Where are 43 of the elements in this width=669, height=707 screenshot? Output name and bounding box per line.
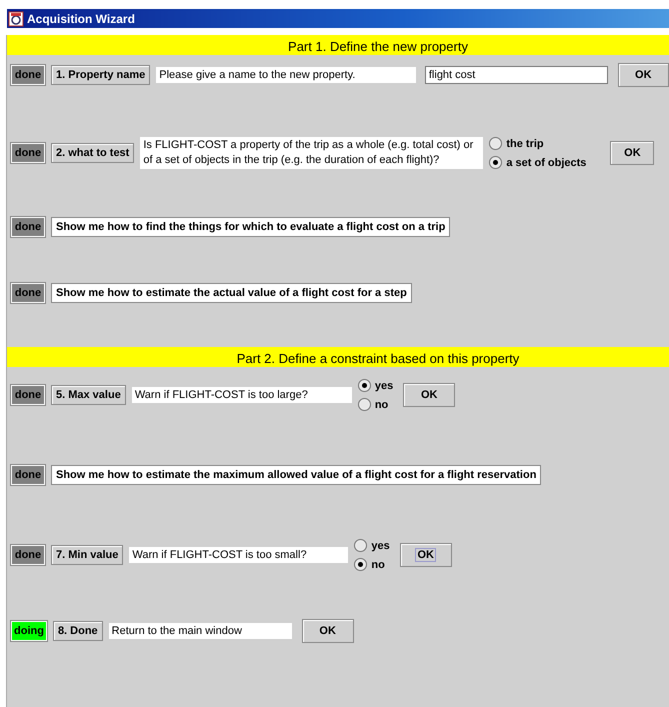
- status-badge: done: [11, 143, 45, 163]
- show-me-button[interactable]: Show me how to estimate the maximum allowed value of a flight cost for a flight reservation: [51, 465, 542, 485]
- radio-option[interactable]: no: [354, 558, 390, 571]
- show-me-button[interactable]: Show me how to estimate the actual value of a flight cost for a step: [51, 283, 412, 303]
- radio-option[interactable]: yes: [358, 379, 394, 392]
- ok-button[interactable]: OK: [302, 619, 354, 643]
- radio-icon[interactable]: [354, 558, 368, 571]
- step-button[interactable]: 2. what to test: [51, 143, 134, 163]
- radio-icon[interactable]: [489, 137, 502, 150]
- radio-icon[interactable]: [358, 379, 371, 392]
- status-badge: done: [11, 545, 45, 565]
- app-icon: [8, 10, 24, 26]
- question-text: Is FLIGHT-COST a property of the trip as a whole (e.g. total cost) or of a set of objects in the trip (e.g. the duration of each flight)?: [140, 137, 484, 169]
- radio-option[interactable]: yes: [354, 539, 390, 552]
- window-title: Acquisition Wizard: [27, 12, 135, 26]
- section-banner: Part 2. Define a constraint based on this property: [7, 347, 669, 367]
- property-name-field[interactable]: flight cost: [424, 66, 608, 84]
- status-badge: done: [11, 217, 45, 237]
- status-badge: done: [11, 385, 45, 405]
- ok-button[interactable]: OK: [610, 141, 654, 165]
- status-badge: done: [11, 65, 45, 85]
- radio-icon[interactable]: [358, 398, 371, 411]
- step-button[interactable]: 7. Min value: [51, 545, 124, 565]
- section-banner: Part 1. Define the new property: [7, 35, 669, 55]
- step-button[interactable]: 1. Property name: [51, 65, 150, 85]
- question-text: Please give a name to the new property.: [156, 67, 416, 83]
- status-badge: done: [11, 283, 45, 303]
- status-badge: done: [11, 465, 45, 485]
- ok-button[interactable]: OK: [618, 63, 669, 87]
- ok-button[interactable]: OK: [403, 383, 456, 407]
- ok-button[interactable]: OK: [400, 543, 452, 567]
- radio-icon[interactable]: [489, 156, 502, 169]
- radio-icon[interactable]: [354, 539, 368, 552]
- radio-option[interactable]: a set of objects: [489, 156, 586, 169]
- step-button[interactable]: 5. Max value: [51, 385, 126, 405]
- show-me-button[interactable]: Show me how to find the things for which to evaluate a flight cost on a trip: [51, 217, 450, 237]
- question-text: Return to the main window: [108, 623, 292, 639]
- question-text: Warn if FLIGHT-COST is too large?: [132, 387, 352, 403]
- step-button[interactable]: 8. Done: [52, 621, 103, 641]
- radio-option[interactable]: no: [358, 398, 394, 411]
- question-text: Warn if FLIGHT-COST is too small?: [129, 547, 348, 563]
- radio-option[interactable]: the trip: [489, 137, 586, 150]
- status-badge: doing: [11, 621, 47, 641]
